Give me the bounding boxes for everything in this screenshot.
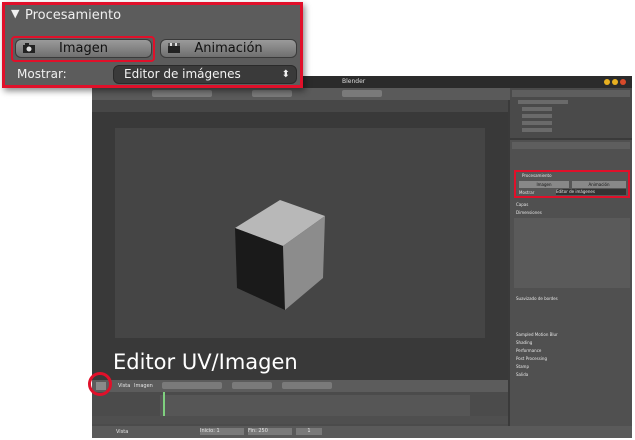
outliner-row[interactable] (522, 114, 552, 118)
display-label: Mostrar: (17, 67, 67, 81)
section-suavizado[interactable]: Suavizado de bordes (516, 296, 558, 301)
camera-icon (22, 42, 36, 54)
dropdown-arrows-icon: ⬍ (281, 69, 290, 80)
end-frame-field[interactable]: Fin: 250 (248, 428, 292, 435)
render-image-button[interactable]: Imagen (15, 39, 152, 58)
properties-panel: Procesamiento Imagen Animación Mostrar E… (510, 140, 632, 438)
section-salida[interactable]: Salida (516, 372, 528, 377)
section-motion-blur[interactable]: Sampled Motion Blur (516, 332, 558, 337)
viewport-header (92, 100, 508, 112)
section-performance[interactable]: Performance (516, 348, 541, 353)
display-label-small: Mostrar (519, 190, 535, 195)
window-title: Blender (342, 78, 366, 85)
outliner-row[interactable] (518, 100, 568, 104)
collapse-triangle-icon[interactable]: ▼ (11, 7, 19, 20)
outliner-row[interactable] (522, 128, 552, 132)
dimensions-body (514, 218, 630, 288)
section-capas[interactable]: Capas (516, 202, 528, 207)
maximize-icon[interactable] (612, 79, 618, 85)
section-stamp[interactable]: Stamp (516, 364, 529, 369)
timeline-ruler (92, 416, 508, 424)
outliner-row[interactable] (522, 121, 552, 125)
render-preview (115, 128, 485, 338)
uv-editor-caption: Editor UV/Imagen (113, 350, 298, 374)
render-section-title: Procesamiento (25, 8, 122, 23)
layout-selector[interactable] (152, 90, 212, 97)
start-frame-field[interactable]: Inicio: 1 (200, 428, 244, 435)
display-dropdown[interactable]: Editor de imágenes ⬍ (113, 65, 297, 84)
rendered-cube-image (235, 200, 325, 310)
outliner-header (512, 90, 630, 97)
timeline-view-menu[interactable]: Vista (116, 429, 128, 435)
editor-type-highlight-circle (88, 372, 112, 396)
image-selector[interactable] (162, 382, 222, 389)
render-section-highlight: Procesamiento Imagen Animación Mostrar E… (514, 170, 630, 198)
uv-editor-header: Vista Imagen (92, 380, 508, 392)
render-section-title: Procesamiento (522, 173, 552, 178)
minimize-icon[interactable] (604, 79, 610, 85)
uv-view-menu[interactable]: Vista (118, 383, 130, 389)
outliner-panel (510, 88, 632, 138)
slot-selector[interactable] (232, 382, 272, 389)
section-shading[interactable]: Shading (516, 340, 532, 345)
display-dropdown-value: Editor de imágenes (124, 67, 241, 81)
properties-tabs[interactable] (512, 142, 630, 149)
timeline-header: Vista Inicio: 1 Fin: 250 1 (92, 426, 632, 438)
layer-selector[interactable] (282, 382, 332, 389)
display-dropdown-small[interactable]: Editor de imágenes (556, 189, 626, 195)
uv-image-menu[interactable]: Imagen (134, 383, 153, 389)
render-image-label: Imagen (59, 41, 108, 56)
current-frame-field[interactable]: 1 (296, 428, 322, 435)
section-post-processing[interactable]: Post Processing (516, 356, 547, 361)
section-dimensiones[interactable]: Dimensiones (516, 210, 542, 215)
render-animation-button-small[interactable]: Animación (572, 181, 626, 188)
close-icon[interactable] (620, 79, 626, 85)
scene-selector[interactable] (252, 90, 292, 97)
outliner-row[interactable] (522, 107, 552, 111)
timeline-range (160, 395, 470, 417)
clapperboard-icon (167, 42, 181, 54)
render-animation-button[interactable]: Animación (160, 39, 297, 58)
engine-selector[interactable] (342, 90, 382, 97)
render-animation-label: Animación (194, 41, 263, 56)
render-image-button-small[interactable]: Imagen (519, 181, 569, 188)
render-panel-zoom: ▼ Procesamiento Imagen Animación Mostrar… (2, 2, 303, 88)
